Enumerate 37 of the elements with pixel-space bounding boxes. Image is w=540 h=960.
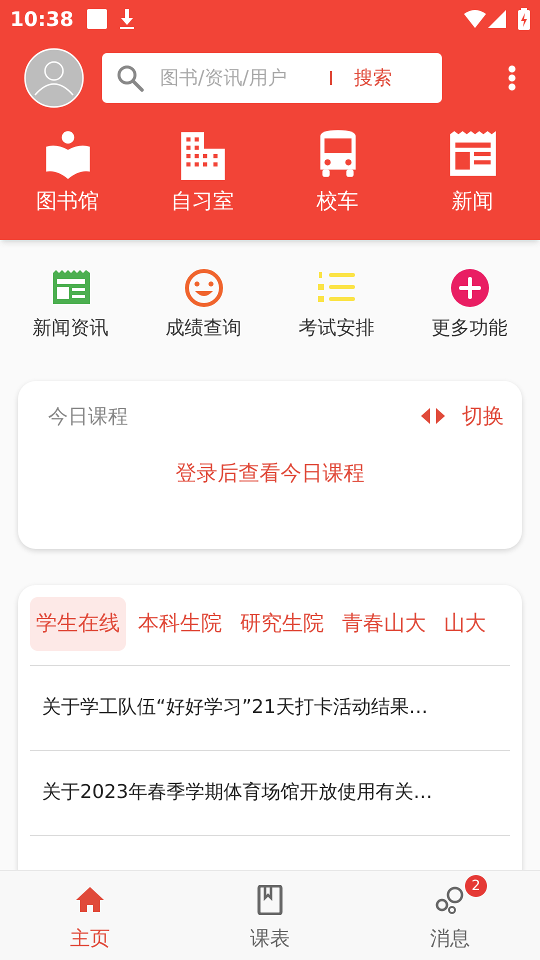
news-tab[interactable]: 山大 (438, 596, 492, 650)
news-tab[interactable]: 青春山大 (336, 596, 432, 650)
wifi-icon (464, 10, 486, 28)
switch-icon (420, 407, 446, 426)
login-prompt: 登录后查看今日课程 (176, 461, 364, 485)
avatar-icon (24, 48, 84, 108)
unread-badge: 2 (465, 875, 487, 897)
function-button[interactable]: 考试安排 (270, 268, 403, 342)
shortcut-button[interactable]: 图书馆 (0, 128, 135, 218)
news-tab[interactable]: 学生在线 (30, 596, 126, 650)
switch-button[interactable]: 切换 (420, 400, 504, 432)
nav-tab[interactable]: 消息 2 (360, 871, 540, 960)
status-time: 10:38 (10, 6, 74, 33)
signal-icon (488, 10, 506, 28)
notification-icon (86, 8, 108, 30)
book-icon (255, 885, 285, 915)
shortcut-button[interactable]: 自习室 (135, 128, 270, 218)
function-button[interactable]: 更多功能 (403, 268, 536, 342)
nav-tab[interactable]: 课表 (180, 871, 360, 960)
shortcut-button[interactable]: 校车 (270, 128, 405, 218)
download-icon (118, 8, 136, 30)
search-field[interactable]: 图书/资讯/用户 搜索 (102, 53, 442, 103)
battery-icon (518, 8, 530, 30)
nav-tab[interactable]: 主页 (0, 871, 180, 960)
home-icon (75, 885, 105, 915)
search-button[interactable]: 搜索 (354, 64, 392, 92)
bubbles-icon (435, 885, 465, 915)
function-button[interactable]: 成绩查询 (137, 268, 270, 342)
news-item[interactable]: 关于2023年春季学期体育场馆开放使用有关… (42, 778, 432, 807)
search-icon (116, 64, 144, 92)
news-tab[interactable]: 研究生院 (234, 596, 330, 650)
shortcut-button[interactable]: 新闻 (405, 128, 540, 218)
news-item[interactable]: 关于学工队伍“好好学习”21天打卡活动结果… (42, 693, 428, 722)
card-title: 今日课程 (48, 403, 128, 430)
function-button[interactable]: 新闻资讯 (4, 268, 137, 342)
more-icon (508, 65, 516, 91)
news-tab[interactable]: 本科生院 (132, 596, 228, 650)
